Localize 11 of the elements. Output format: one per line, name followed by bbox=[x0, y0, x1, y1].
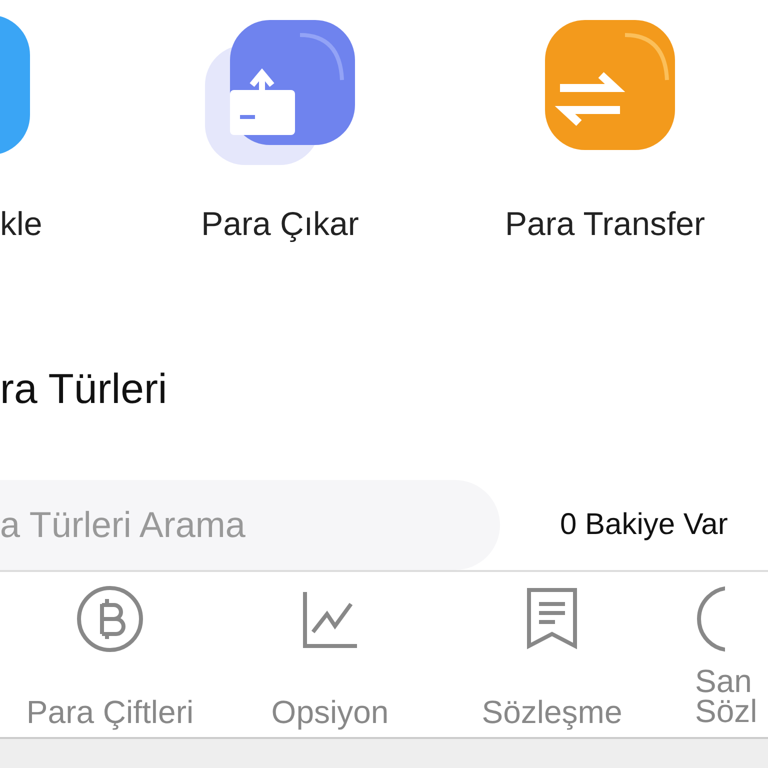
action-label[interactable]: Para Transfer bbox=[505, 205, 705, 243]
search-field[interactable]: a Türleri Arama bbox=[0, 480, 500, 570]
nav-tab[interactable]: San Sözl bbox=[695, 584, 768, 726]
section-title: ra Türleri bbox=[0, 365, 168, 414]
action-label[interactable]: kle bbox=[0, 205, 42, 243]
nav-tab[interactable]: Para Çiftleri bbox=[0, 584, 220, 731]
nav-tab[interactable]: Sözleşme bbox=[442, 584, 662, 731]
zero-balance-filter[interactable]: 0 Bakiye Var bbox=[560, 508, 728, 542]
action-label[interactable]: Para Çıkar bbox=[201, 205, 359, 243]
bitcoin-icon bbox=[75, 584, 145, 654]
nav-tab[interactable]: Opsiyon bbox=[220, 584, 440, 731]
